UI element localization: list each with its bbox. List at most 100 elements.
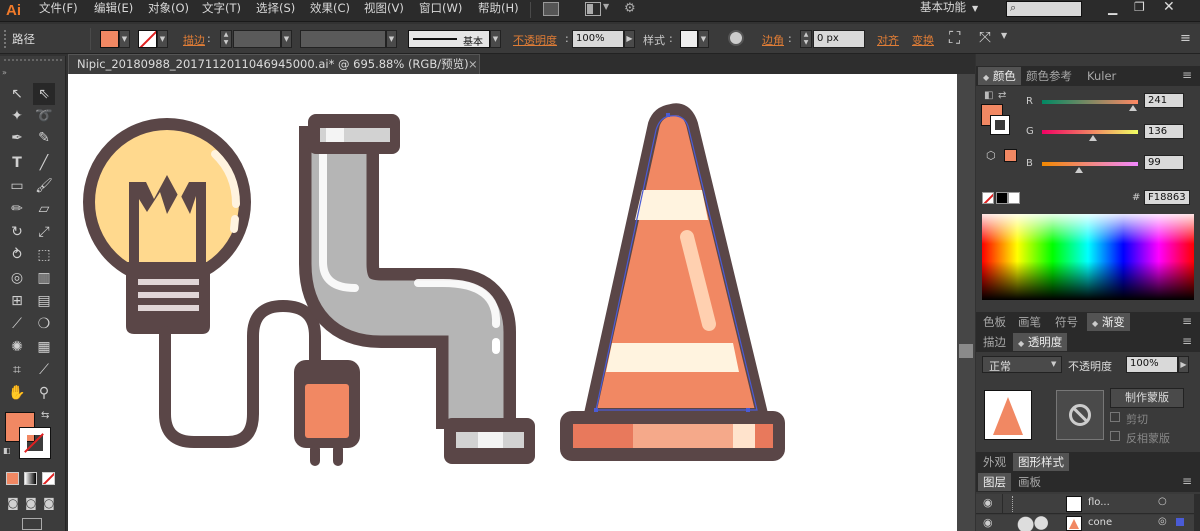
- document-tab[interactable]: Nipic_20180988_20171120110469450​00.ai* …: [68, 54, 480, 74]
- style-dropdown[interactable]: ▼: [698, 30, 709, 48]
- draw-inside-icon[interactable]: ◙: [38, 492, 60, 514]
- tab-color[interactable]: ◆ 颜色: [978, 67, 1021, 85]
- layers-scrollbar[interactable]: [1194, 494, 1200, 531]
- free-transform-tool-icon[interactable]: ⬚: [33, 244, 55, 266]
- object-thumbnail[interactable]: [984, 390, 1032, 440]
- menu-select[interactable]: 选择(S): [256, 0, 295, 22]
- tab-appearance[interactable]: 外观: [978, 453, 1011, 471]
- artboard-canvas[interactable]: [68, 74, 957, 531]
- none-mode-icon[interactable]: [42, 472, 55, 485]
- fill-dropdown[interactable]: ▼: [119, 30, 130, 48]
- selection-tool-icon[interactable]: ↖: [6, 83, 28, 105]
- gradient-tool-icon[interactable]: ▤: [33, 290, 55, 312]
- menu-type[interactable]: 文字(T): [202, 0, 241, 22]
- menu-edit[interactable]: 编辑(E): [94, 0, 133, 22]
- tab-brushes[interactable]: 画笔: [1013, 313, 1046, 331]
- stroke-weight-stepper[interactable]: ▲ ▼: [220, 30, 232, 48]
- stroke-dropdown[interactable]: ▼: [157, 30, 168, 48]
- eraser-tool-icon[interactable]: ▱: [33, 198, 55, 220]
- layer-row[interactable]: ◉ flo... ○: [976, 494, 1200, 514]
- blue-slider[interactable]: [1042, 162, 1138, 166]
- panel-menu-icon[interactable]: ≡: [1182, 474, 1192, 488]
- collapse-icon[interactable]: »: [2, 68, 7, 77]
- blue-slider-thumb[interactable]: [1075, 167, 1084, 173]
- close-icon[interactable]: ✕: [1163, 0, 1175, 15]
- fill-swatch[interactable]: [100, 30, 119, 48]
- green-slider-thumb[interactable]: [1089, 135, 1098, 141]
- chevron-down-icon[interactable]: ▼: [603, 2, 609, 11]
- make-mask-button[interactable]: 制作蒙版: [1110, 388, 1184, 408]
- gradient-mode-icon[interactable]: [24, 472, 37, 485]
- direct-selection-tool-icon[interactable]: ⇖: [33, 83, 55, 105]
- blend-mode-select[interactable]: 正常 ▼: [982, 356, 1062, 373]
- rectangle-tool-icon[interactable]: ▭: [6, 175, 28, 197]
- target-icon[interactable]: ○: [1158, 496, 1167, 507]
- column-graph-tool-icon[interactable]: ▦: [33, 336, 55, 358]
- stroke-color-box[interactable]: [19, 427, 51, 459]
- opacity-arrow[interactable]: ▶: [624, 30, 635, 48]
- profile-dropdown[interactable]: ▼: [386, 30, 397, 48]
- hex-input[interactable]: F18863: [1144, 190, 1190, 205]
- magic-wand-tool-icon[interactable]: ✦: [6, 105, 28, 127]
- panel-menu-icon[interactable]: ≡: [1182, 334, 1192, 348]
- recolor-icon[interactable]: [728, 30, 744, 46]
- clip-checkbox[interactable]: [1110, 412, 1120, 422]
- minimize-icon[interactable]: ▁: [1108, 1, 1117, 15]
- type-tool-icon[interactable]: T: [6, 152, 28, 174]
- menu-object[interactable]: 对象(O): [148, 0, 189, 22]
- graph-tool-icon[interactable]: ▥: [33, 267, 55, 289]
- shape-builder-tool-icon[interactable]: ◎: [6, 267, 28, 289]
- grip-handle[interactable]: [4, 30, 8, 48]
- opacity-link[interactable]: 不透明度: [513, 32, 557, 48]
- color-mode-icon[interactable]: [6, 472, 19, 485]
- tab-artboards[interactable]: 画板: [1013, 473, 1046, 491]
- gpu-icon[interactable]: ⚙: [624, 1, 636, 16]
- panel-menu-icon[interactable]: ≡: [1180, 31, 1191, 46]
- isolate-icon[interactable]: ⛶: [949, 28, 960, 48]
- scroll-thumb[interactable]: [959, 344, 973, 358]
- zoom-tool-icon[interactable]: ⚲: [33, 382, 55, 404]
- opacity-input[interactable]: 100%: [572, 30, 624, 48]
- invert-mask-checkbox[interactable]: [1110, 431, 1120, 441]
- stroke-swatch[interactable]: [138, 30, 157, 48]
- red-slider[interactable]: [1042, 100, 1138, 104]
- out-of-gamut-icon[interactable]: ⬡: [986, 149, 996, 162]
- chevron-down-icon[interactable]: ▼: [1001, 31, 1007, 40]
- transform-link[interactable]: 变换: [912, 32, 934, 48]
- curvature-tool-icon[interactable]: ✎: [33, 127, 55, 149]
- tab-swatches[interactable]: 色板: [978, 313, 1011, 331]
- panel-stroke-swatch[interactable]: [990, 115, 1010, 135]
- black-swatch[interactable]: [996, 192, 1008, 204]
- red-value-input[interactable]: 241: [1144, 93, 1184, 108]
- tab-symbols[interactable]: 符号: [1050, 313, 1083, 331]
- symbol-sprayer-tool-icon[interactable]: ✺: [6, 336, 28, 358]
- brush-dropdown[interactable]: ▼: [490, 30, 501, 48]
- tab-layers[interactable]: 图层: [978, 473, 1011, 491]
- hand-tool-icon[interactable]: ✋: [6, 382, 28, 404]
- tab-stroke[interactable]: 描边: [978, 333, 1011, 351]
- panel-opacity-arrow[interactable]: ▶: [1178, 356, 1189, 373]
- visibility-eye-icon[interactable]: ◉: [983, 516, 993, 529]
- screen-mode-icon[interactable]: [22, 518, 42, 530]
- mask-thumbnail[interactable]: [1056, 390, 1104, 440]
- blue-value-input[interactable]: 99: [1144, 155, 1184, 170]
- stroke-weight-dropdown[interactable]: ▼: [281, 30, 292, 48]
- tab-kuler[interactable]: Kuler: [1082, 67, 1121, 85]
- stroke-label[interactable]: 描边: [183, 32, 205, 48]
- color-spectrum-picker[interactable]: [982, 214, 1194, 300]
- workspace-switcher[interactable]: 基本功能 ▼: [920, 0, 978, 18]
- target-icon[interactable]: ◎: [1158, 516, 1167, 527]
- paintbrush-tool-icon[interactable]: 🖌: [33, 175, 55, 197]
- swap-colors-icon[interactable]: ⇆: [41, 410, 49, 421]
- green-slider[interactable]: [1042, 130, 1138, 134]
- panel-menu-icon[interactable]: ≡: [1182, 68, 1192, 82]
- pen-tool-icon[interactable]: ✒: [6, 127, 28, 149]
- tab-graphic-styles[interactable]: 图形样式: [1013, 453, 1069, 471]
- panel-menu-icon[interactable]: ≡: [1182, 314, 1192, 328]
- green-value-input[interactable]: 136: [1144, 124, 1184, 139]
- traffic-cone-icon[interactable]: [560, 103, 785, 461]
- layer-row[interactable]: ◉ cone ◎: [976, 515, 1200, 531]
- lasso-tool-icon[interactable]: ➰: [33, 105, 55, 127]
- red-slider-thumb[interactable]: [1128, 105, 1137, 111]
- mesh-tool-icon[interactable]: ⊞: [6, 290, 28, 312]
